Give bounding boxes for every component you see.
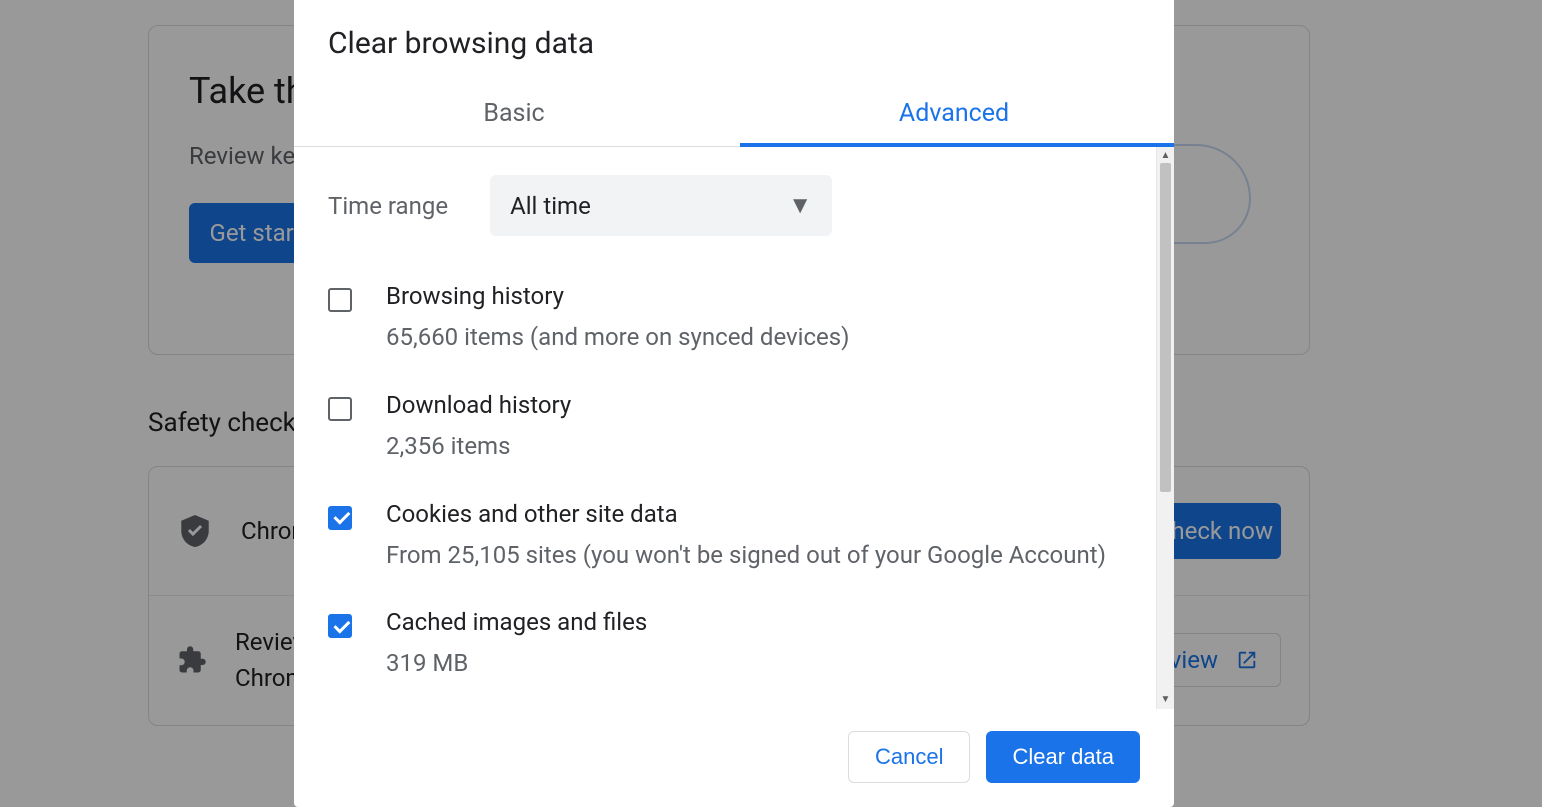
caret-down-icon: ▼ — [788, 191, 812, 220]
checkbox-download-history[interactable] — [328, 397, 352, 421]
checkbox-cached[interactable] — [328, 614, 352, 638]
clear-browsing-data-dialog: Clear browsing data Basic Advanced Time … — [294, 0, 1174, 807]
option-sub: 2,356 items — [386, 429, 571, 464]
dialog-title: Clear browsing data — [294, 0, 1174, 83]
option-title: Cookies and other site data — [386, 500, 1106, 528]
dialog-tabs: Basic Advanced — [294, 83, 1174, 147]
scrollbar-track[interactable] — [1157, 163, 1174, 693]
checkbox-cookies[interactable] — [328, 506, 352, 530]
time-range-value: All time — [510, 192, 591, 220]
option-title: Download history — [386, 391, 571, 419]
option-cached: Cached images and files 319 MB — [328, 590, 1122, 699]
clear-data-button[interactable]: Clear data — [986, 731, 1140, 783]
option-sub: From 25,105 sites (you won't be signed o… — [386, 538, 1106, 573]
dialog-scroll-area: Time range All time ▼ Browsing history 6… — [294, 147, 1156, 709]
option-title: Cached images and files — [386, 608, 647, 636]
time-range-label: Time range — [328, 192, 448, 220]
option-cookies: Cookies and other site data From 25,105 … — [328, 482, 1122, 591]
checkbox-browsing-history[interactable] — [328, 288, 352, 312]
scrollbar-thumb[interactable] — [1160, 163, 1171, 492]
scroll-up-icon[interactable]: ▲ — [1161, 149, 1171, 163]
dialog-footer: Cancel Clear data — [294, 709, 1174, 807]
option-browsing-history: Browsing history 65,660 items (and more … — [328, 264, 1122, 373]
option-title: Browsing history — [386, 282, 850, 310]
time-range-select[interactable]: All time ▼ — [490, 175, 832, 236]
tab-advanced[interactable]: Advanced — [734, 83, 1174, 146]
option-sub: 65,660 items (and more on synced devices… — [386, 320, 850, 355]
tab-basic[interactable]: Basic — [294, 83, 734, 146]
dialog-scrollbar[interactable]: ▲ ▼ — [1156, 147, 1174, 709]
option-sub: 319 MB — [386, 646, 647, 681]
scroll-down-icon[interactable]: ▼ — [1161, 693, 1171, 707]
cancel-button[interactable]: Cancel — [848, 731, 970, 783]
option-download-history: Download history 2,356 items — [328, 373, 1122, 482]
